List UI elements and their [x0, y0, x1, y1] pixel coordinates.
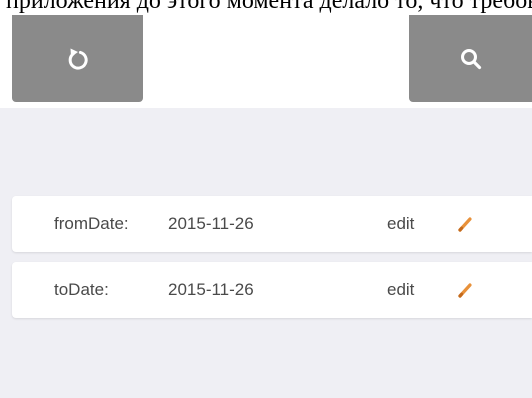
param-row-from-date: fromDate: 2015-11-26 edit: [12, 196, 532, 252]
param-value: 2015-11-26: [168, 280, 254, 299]
param-row-to-date: toDate: 2015-11-26 edit: [12, 262, 532, 318]
param-value: 2015-11-26: [168, 214, 254, 233]
edit-link[interactable]: edit: [387, 280, 414, 300]
param-label: fromDate:: [54, 214, 129, 233]
refresh-button[interactable]: [12, 15, 143, 102]
pencil-icon[interactable]: [457, 282, 473, 298]
search-icon: [460, 48, 481, 69]
refresh-icon: [68, 48, 88, 70]
params-list: fromDate: 2015-11-26 edit toDate: 2015-1…: [0, 108, 532, 398]
search-button[interactable]: [409, 15, 532, 102]
caption-text: приложения до этого момента делало то, ч…: [6, 0, 532, 14]
toolbar: [0, 15, 532, 123]
param-label: toDate:: [54, 280, 109, 299]
edit-link[interactable]: edit: [387, 214, 414, 234]
pencil-icon[interactable]: [457, 216, 473, 232]
caption-strip: приложения до этого момента делало то, ч…: [0, 0, 532, 15]
